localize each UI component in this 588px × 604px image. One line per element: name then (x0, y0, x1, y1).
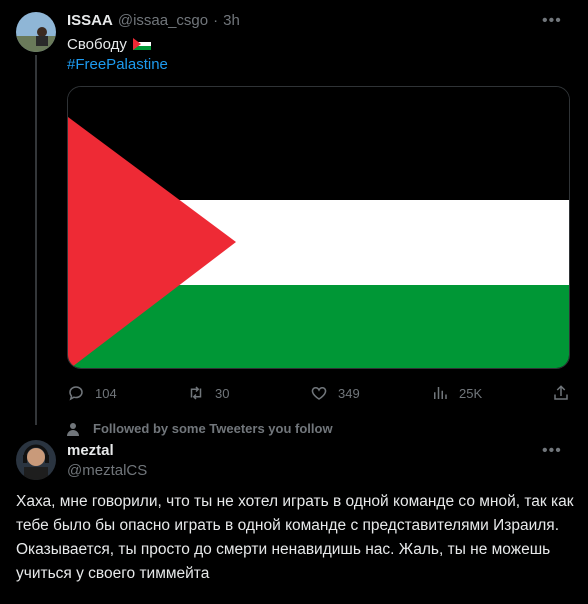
reply-count: 104 (95, 385, 117, 401)
retweet-icon (190, 386, 202, 400)
views-count: 25K (459, 385, 483, 401)
reply-author-name[interactable]: meztal (67, 442, 114, 459)
palestine-flag-image (68, 87, 569, 368)
share-icon (554, 385, 568, 400)
reply-author-handle[interactable]: @meztalCS (67, 462, 147, 479)
reply-more-icon[interactable]: ••• (542, 442, 562, 460)
like-count: 349 (338, 385, 360, 401)
reply-button[interactable]: 104 (67, 384, 117, 402)
views-button[interactable]: 25K (431, 384, 482, 402)
tweet-header: ISSAA @issaa_csgo · 3h (67, 12, 240, 29)
separator: · (213, 12, 219, 29)
tweet-text-content: Свободу (67, 36, 127, 53)
reply-text: Хаха, мне говорили, что ты не хотел игра… (16, 493, 574, 582)
palestine-flag-emoji (133, 38, 152, 50)
timestamp[interactable]: 3h (223, 12, 240, 29)
author-name[interactable]: ISSAA (67, 12, 113, 29)
social-context-text: Followed by some Tweeters you follow (93, 421, 333, 436)
more-icon[interactable]: ••• (542, 12, 562, 30)
retweet-count: 30 (215, 385, 230, 401)
like-button[interactable]: 349 (310, 384, 360, 402)
social-context: Followed by some Tweeters you follow (67, 421, 333, 436)
tweet-text: Свободу (67, 35, 152, 55)
avatar-issaa[interactable] (16, 12, 56, 52)
reply-icon (69, 386, 83, 401)
share-button[interactable] (552, 384, 570, 402)
like-icon (311, 386, 327, 400)
author-handle[interactable]: @issaa_csgo (118, 12, 208, 29)
person-icon (67, 422, 79, 436)
retweet-button[interactable]: 30 (187, 384, 229, 402)
tweet-actions: 104 30 349 25K (67, 384, 570, 404)
tweet-image[interactable] (67, 86, 570, 369)
thread-line (35, 55, 37, 425)
views-icon (434, 387, 447, 399)
avatar-meztal[interactable] (16, 440, 56, 480)
hashtag-link[interactable]: #FreePalastine (67, 55, 168, 75)
